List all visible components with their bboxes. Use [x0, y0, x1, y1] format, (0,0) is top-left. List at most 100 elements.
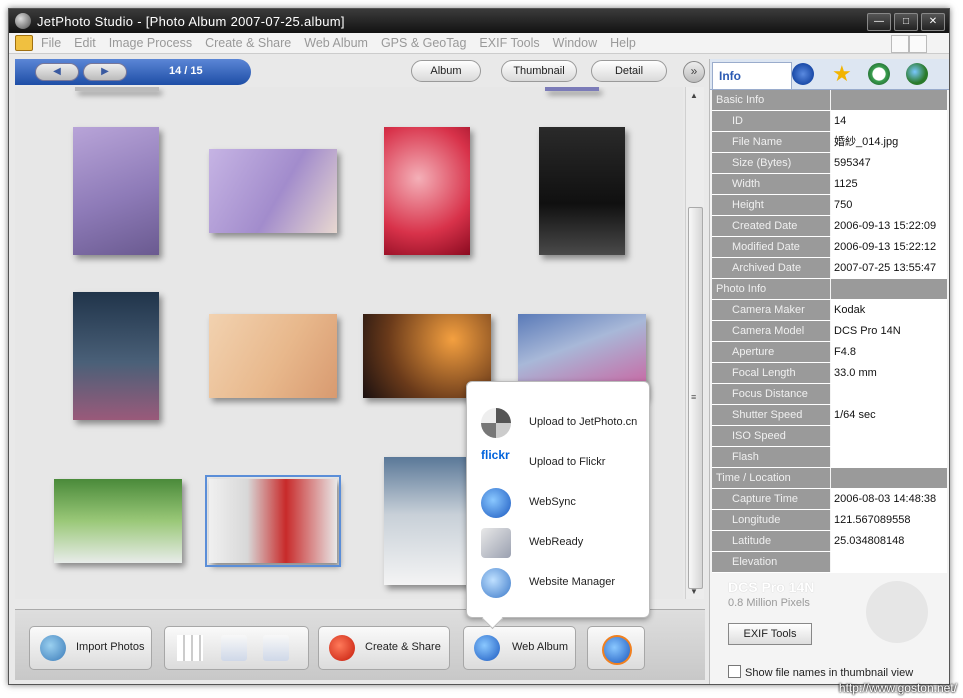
property-row[interactable]: Created Date 2006-09-13 15:22:09 [712, 216, 947, 237]
rotate-right-icon[interactable] [263, 635, 289, 661]
flash-create-icon [329, 635, 355, 661]
mdi-restore-button[interactable] [891, 35, 909, 53]
websync-icon [481, 488, 511, 518]
view-detail-button[interactable]: Detail [591, 60, 667, 82]
property-row[interactable]: Latitude 25.034808148 [712, 531, 947, 552]
menu-create-share[interactable]: Create & Share [205, 36, 291, 50]
property-row[interactable]: Shutter Speed 1/64 sec [712, 405, 947, 426]
thumbnail[interactable] [539, 127, 625, 255]
tab-info[interactable]: Info [712, 62, 792, 89]
expand-panel-button[interactable]: » [683, 61, 705, 83]
website-manager-item[interactable]: Website Manager [477, 566, 647, 600]
property-row[interactable]: Longitude 121.567089558 [712, 510, 947, 531]
flickr-upload-icon: flickr [481, 448, 510, 462]
app-window: JetPhoto Studio - [Photo Album 2007-07-2… [8, 8, 950, 685]
property-row[interactable]: Elevation [712, 552, 947, 573]
property-row[interactable]: Modified Date 2006-09-13 15:22:12 [712, 237, 947, 258]
property-row[interactable]: Size (Bytes) 595347 [712, 153, 947, 174]
property-row[interactable]: Capture Time 2006-08-03 14:48:38 [712, 489, 947, 510]
section-time-location: Time / Location [712, 468, 947, 489]
web-album-popup: Upload to JetPhoto.cn flickr Upload to F… [466, 381, 650, 630]
thumbnail[interactable] [75, 87, 159, 91]
thumbnail-selected[interactable] [205, 475, 341, 567]
vertical-scrollbar[interactable]: ▲ ≡ ▼ [685, 87, 704, 599]
scroll-up-icon[interactable]: ▲ [690, 91, 698, 100]
previous-button[interactable]: ◀ [35, 63, 79, 81]
camera-pixels-label: 0.8 Million Pixels [728, 597, 810, 609]
section-basic-info: Basic Info [712, 90, 947, 111]
watermark: http://www.goston.net/ [838, 681, 957, 695]
thumbnail[interactable] [209, 314, 337, 398]
geotag-button[interactable] [587, 626, 645, 670]
property-row[interactable]: Camera Maker Kodak [712, 300, 947, 321]
website-manager-icon [481, 568, 511, 598]
property-row[interactable]: Focus Distance [712, 384, 947, 405]
import-photos-button[interactable]: Import Photos [29, 626, 152, 670]
view-album-button[interactable]: Album [411, 60, 481, 82]
sort-rotate-group [164, 626, 309, 670]
app-logo-icon [15, 13, 31, 29]
info-tabs: Info ★ [710, 59, 949, 90]
bottom-toolbar: Import Photos Create & Share Web Album [15, 609, 705, 680]
web-album-button[interactable]: Web Album [463, 626, 576, 670]
menu-gps-geotag[interactable]: GPS & GeoTag [381, 36, 466, 50]
create-share-button[interactable]: Create & Share [318, 626, 450, 670]
close-button[interactable]: ✕ [921, 13, 945, 31]
webready-item[interactable]: WebReady [477, 526, 647, 560]
property-row[interactable]: File Name 婚紗_014.jpg [712, 132, 947, 153]
web-album-label: Web Album [512, 641, 569, 653]
menu-file[interactable]: File [41, 36, 61, 50]
section-photo-info: Photo Info [712, 279, 947, 300]
property-row[interactable]: Aperture F4.8 [712, 342, 947, 363]
show-filenames-checkbox[interactable]: Show file names in thumbnail view [728, 665, 913, 679]
scroll-down-icon[interactable]: ▼ [690, 587, 698, 596]
upload-jetphoto-item[interactable]: Upload to JetPhoto.cn [477, 406, 647, 440]
thumbnail[interactable] [209, 149, 337, 233]
menu-image-process[interactable]: Image Process [109, 36, 192, 50]
thumbnail[interactable] [73, 127, 159, 255]
menu-web-album[interactable]: Web Album [304, 36, 368, 50]
app-menu-icon[interactable] [15, 35, 33, 51]
thumbnail[interactable] [384, 457, 470, 585]
menu-help[interactable]: Help [610, 36, 636, 50]
menu-bar: File Edit Image Process Create & Share W… [9, 33, 949, 54]
next-button[interactable]: ▶ [83, 63, 127, 81]
window-title: JetPhoto Studio - [Photo Album 2007-07-2… [37, 14, 345, 29]
property-row[interactable]: ISO Speed [712, 426, 947, 447]
rotate-left-icon[interactable] [221, 635, 247, 661]
info-panel: Info ★ Basic Info ID 14 File Name 婚紗_014.j… [709, 59, 949, 684]
menu-window[interactable]: Window [553, 36, 597, 50]
jetphoto-upload-icon [481, 408, 511, 438]
mdi-close-button[interactable] [909, 35, 927, 53]
sort-icon[interactable] [177, 635, 203, 661]
star-icon[interactable]: ★ [832, 63, 860, 87]
checkbox-icon[interactable] [728, 665, 741, 678]
maximize-button[interactable]: □ [894, 13, 918, 31]
thumbnail[interactable] [73, 292, 159, 420]
view-thumbnail-button[interactable]: Thumbnail [501, 60, 577, 82]
thumbnail[interactable] [54, 479, 182, 563]
property-row[interactable]: ID 14 [712, 111, 947, 132]
create-share-label: Create & Share [365, 641, 441, 653]
thumbnail[interactable] [384, 127, 470, 255]
upload-flickr-item[interactable]: flickr Upload to Flickr [477, 446, 647, 480]
webready-icon [481, 528, 511, 558]
property-row[interactable]: Width 1125 [712, 174, 947, 195]
minimize-button[interactable]: — [867, 13, 891, 31]
globe-tab-icon[interactable] [906, 63, 928, 85]
camera-model-label: DCS Pro 14N [728, 579, 815, 595]
exif-tools-button[interactable]: EXIF Tools [728, 623, 812, 645]
property-row[interactable]: Flash [712, 447, 947, 468]
page-counter: 14 / 15 [169, 65, 203, 77]
property-row[interactable]: Camera Model DCS Pro 14N [712, 321, 947, 342]
info-icon[interactable] [792, 63, 814, 85]
clock-icon[interactable] [868, 63, 890, 85]
property-row[interactable]: Height 750 [712, 195, 947, 216]
menu-exif-tools[interactable]: EXIF Tools [479, 36, 539, 50]
scroll-grip-icon: ≡ [691, 392, 697, 402]
menu-edit[interactable]: Edit [74, 36, 96, 50]
property-row[interactable]: Archived Date 2007-07-25 13:55:47 [712, 258, 947, 279]
property-row[interactable]: Focal Length 33.0 mm [712, 363, 947, 384]
thumbnail[interactable] [545, 87, 599, 91]
websync-item[interactable]: WebSync [477, 486, 647, 520]
